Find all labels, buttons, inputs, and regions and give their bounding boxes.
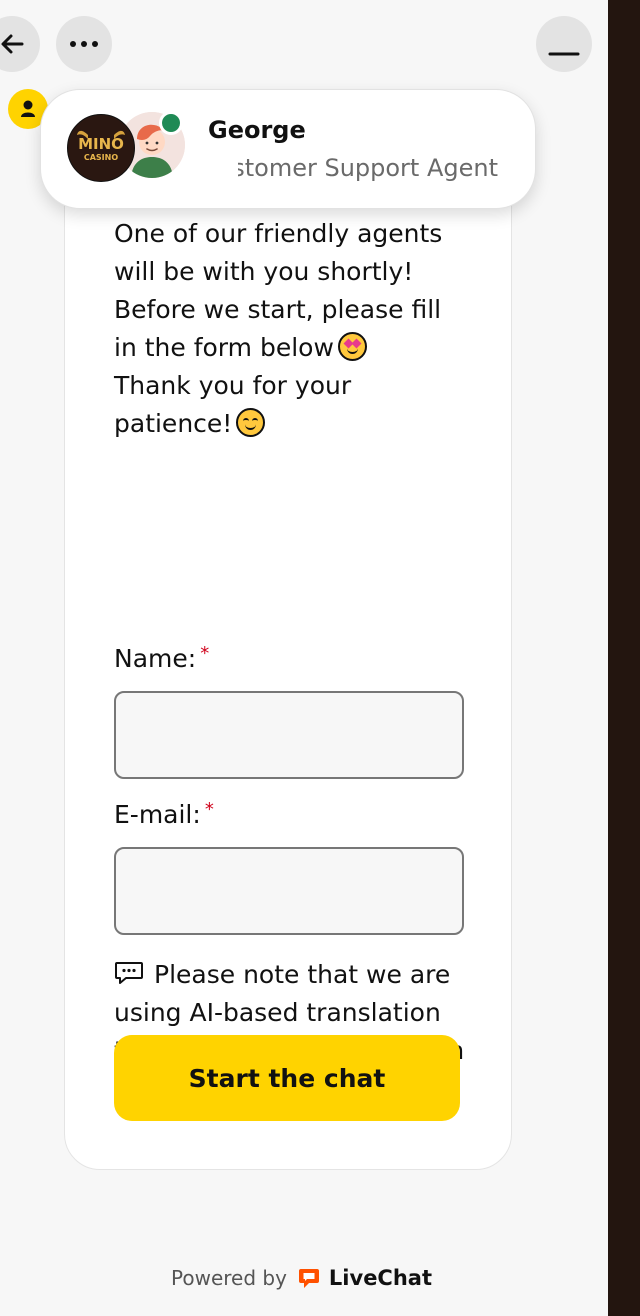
powered-by-text: Powered by: [171, 1266, 287, 1290]
right-side-panel: [608, 0, 640, 1316]
casino-logo: MINO CASINO: [67, 114, 135, 182]
speech-bubble-icon: [115, 962, 143, 984]
welcome-line-2: Before we start, please fill in the form…: [114, 295, 442, 362]
agent-role-clip: Customer Support Agent: [238, 154, 498, 186]
minimize-icon: [548, 52, 580, 56]
back-button[interactable]: [0, 16, 40, 72]
powered-by-footer[interactable]: Powered by LiveChat: [171, 1266, 432, 1290]
agent-role: Customer Support Agent: [238, 154, 498, 182]
livechat-logo-icon: [298, 1269, 319, 1288]
welcome-line-3: Thank you for your patience!: [114, 371, 352, 438]
name-input[interactable]: [114, 691, 464, 779]
smiling-face-emoji-icon: [236, 408, 266, 437]
online-status-dot: [159, 111, 183, 135]
message-card: One of our friendly agents will be with …: [64, 150, 512, 1170]
livechat-brand: LiveChat: [328, 1266, 433, 1290]
email-input[interactable]: [114, 847, 464, 935]
more-options-button[interactable]: [56, 16, 112, 72]
required-marker: *: [200, 643, 210, 664]
welcome-message: One of our friendly agents will be with …: [114, 215, 470, 443]
email-label: E-mail: *: [114, 799, 214, 829]
star-struck-emoji-icon: [337, 332, 367, 361]
name-label: Name: *: [114, 643, 210, 673]
minimize-button[interactable]: [536, 16, 592, 72]
three-dots-icon: [70, 41, 98, 47]
arrow-left-icon: [1, 34, 24, 54]
required-marker: *: [204, 799, 214, 820]
agent-name: George: [208, 116, 306, 144]
agent-card: MINO CASINO George Customer Support Agen…: [40, 89, 536, 209]
welcome-line-1: One of our friendly agents will be with …: [114, 219, 443, 286]
svg-text:CASINO: CASINO: [84, 153, 118, 162]
start-chat-button[interactable]: Start the chat: [114, 1035, 460, 1121]
svg-text:MINO: MINO: [78, 135, 124, 153]
